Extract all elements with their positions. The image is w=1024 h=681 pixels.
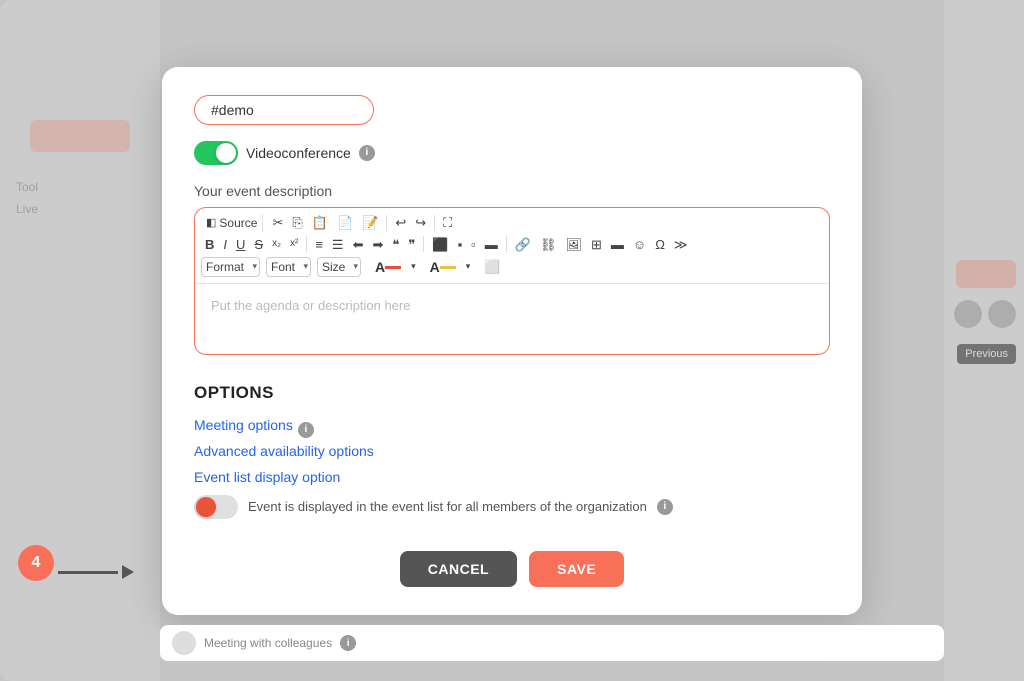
unlink-button[interactable]: ⛓ <box>536 236 561 253</box>
link-button[interactable]: 🔗 <box>511 236 535 253</box>
source-button[interactable]: ◧ Source <box>201 214 263 232</box>
meeting-options-link[interactable]: Meeting options <box>194 417 293 433</box>
options-title: OPTIONS <box>194 383 830 403</box>
toolbar-sep-3 <box>306 236 307 252</box>
step-arrow <box>58 565 134 579</box>
arrow-shaft <box>58 571 118 574</box>
color-underline-yellow <box>440 266 456 269</box>
meeting-label: Meeting with colleagues <box>204 636 332 650</box>
font-dropdown-wrapper: Font <box>266 257 311 277</box>
color-underline-red <box>385 266 401 269</box>
cut-button[interactable]: ✂ <box>268 214 287 231</box>
toolbar-sep-5 <box>506 236 507 252</box>
event-modal: #demo Videoconference i Your event descr… <box>162 67 862 615</box>
strikethrough-button[interactable]: S <box>250 236 267 253</box>
meeting-options-row: Meeting options i <box>194 417 830 443</box>
meeting-avatar <box>172 631 196 655</box>
bold-button[interactable]: B <box>201 236 218 253</box>
align-left-button[interactable]: ⬛ <box>428 236 452 253</box>
event-display-toggle[interactable] <box>194 495 238 519</box>
desc-label: Your event description <box>194 183 830 199</box>
step-badge: 4 <box>18 545 54 581</box>
format-dropdown-wrapper: Format <box>201 257 260 277</box>
videoconference-toggle[interactable] <box>194 141 238 165</box>
event-toggle-row: Event is displayed in the event list for… <box>194 495 830 519</box>
remove-format-button[interactable]: ⬜ <box>480 258 504 275</box>
image-button[interactable]: 🖼 <box>561 236 586 253</box>
italic-button[interactable]: I <box>219 236 231 253</box>
align-justify-button[interactable]: ▬ <box>481 236 502 253</box>
videoconference-row: Videoconference i <box>194 141 830 165</box>
outdent-button[interactable]: ⬅ <box>349 236 368 253</box>
rte-toolbar: ◧ Source ✂ ⎘ 📋 📄 📝 ↩ ↪ ⛶ B <box>195 208 829 284</box>
rich-text-editor[interactable]: ◧ Source ✂ ⎘ 📋 📄 📝 ↩ ↪ ⛶ B <box>194 207 830 355</box>
size-dropdown-wrapper: Size <box>317 257 361 277</box>
advanced-avail-link[interactable]: Advanced availability options <box>194 443 830 459</box>
font-dropdown[interactable]: Font <box>266 257 311 277</box>
size-dropdown[interactable]: Size <box>317 257 361 277</box>
subscript-button[interactable]: x₂ <box>268 237 285 251</box>
vc-label: Videoconference <box>246 145 351 161</box>
toolbar-sep-1 <box>386 215 387 231</box>
superscript-button[interactable]: x² <box>286 237 302 251</box>
meeting-hint-info-icon: i <box>340 635 356 651</box>
paste-text-button[interactable]: 📄 <box>333 214 357 231</box>
event-list-link[interactable]: Event list display option <box>194 469 830 485</box>
copy-button[interactable]: ⎘ <box>288 214 306 231</box>
table-button[interactable]: ⊞ <box>587 236 606 253</box>
cancel-button[interactable]: CANCEL <box>400 551 517 587</box>
source-icon: ◧ <box>206 216 216 229</box>
toolbar-sep-2 <box>434 215 435 231</box>
redo-button[interactable]: ↪ <box>411 214 430 231</box>
modal-footer: CANCEL SAVE <box>194 547 830 587</box>
toolbar-row-2: B I U S x₂ x² ≡ ☰ ⬅ ➡ ❝ ❞ ⬛ ▪ ▫ <box>201 234 823 255</box>
toolbar-sep-4 <box>423 236 424 252</box>
more-button[interactable]: ≫ <box>670 236 692 253</box>
bg-color-button[interactable]: A <box>426 258 460 276</box>
arrow-head <box>122 565 134 579</box>
toggle-thumb <box>216 143 236 163</box>
toolbar-row-1: ◧ Source ✂ ⎘ 📋 📄 📝 ↩ ↪ ⛶ <box>201 212 823 234</box>
tag-input[interactable]: #demo <box>194 95 374 125</box>
maximize-button[interactable]: ⛶ <box>439 214 456 231</box>
bottom-meeting-hint: Meeting with colleagues i <box>160 625 944 661</box>
unordered-list-button[interactable]: ☰ <box>328 236 348 253</box>
paste-word-button[interactable]: 📝 <box>358 214 382 231</box>
rte-body[interactable]: Put the agenda or description here <box>195 284 829 354</box>
hr-button[interactable]: ▬ <box>607 236 628 253</box>
ordered-list-button[interactable]: ≡ <box>311 236 327 253</box>
paste-button[interactable]: 📋 <box>308 214 332 231</box>
format-dropdown[interactable]: Format <box>201 257 260 277</box>
underline-button[interactable]: U <box>232 236 249 253</box>
align-right-button[interactable]: ▫ <box>467 236 480 253</box>
font-color-dropdown[interactable]: ▾ <box>407 260 420 273</box>
event-toggle-thumb <box>196 497 216 517</box>
blockquote-button[interactable]: ❝ <box>388 236 403 253</box>
font-color-button[interactable]: A <box>371 258 405 276</box>
meeting-options-info-icon[interactable]: i <box>298 422 314 438</box>
save-button[interactable]: SAVE <box>529 551 624 587</box>
smiley-button[interactable]: ☺ <box>629 236 650 253</box>
special-char-button[interactable]: Ω <box>651 236 669 253</box>
vc-info-icon[interactable]: i <box>359 145 375 161</box>
indent-button[interactable]: ➡ <box>368 236 387 253</box>
blockquote-end-button[interactable]: ❞ <box>404 236 419 253</box>
event-toggle-info-icon[interactable]: i <box>657 499 673 515</box>
undo-button[interactable]: ↩ <box>391 214 410 231</box>
align-center-button[interactable]: ▪ <box>454 236 467 253</box>
bg-color-dropdown[interactable]: ▾ <box>462 260 475 273</box>
modal-overlay: #demo Videoconference i Your event descr… <box>0 0 1024 681</box>
toolbar-row-3: Format Font Size <box>201 255 823 279</box>
event-toggle-label: Event is displayed in the event list for… <box>248 499 647 514</box>
